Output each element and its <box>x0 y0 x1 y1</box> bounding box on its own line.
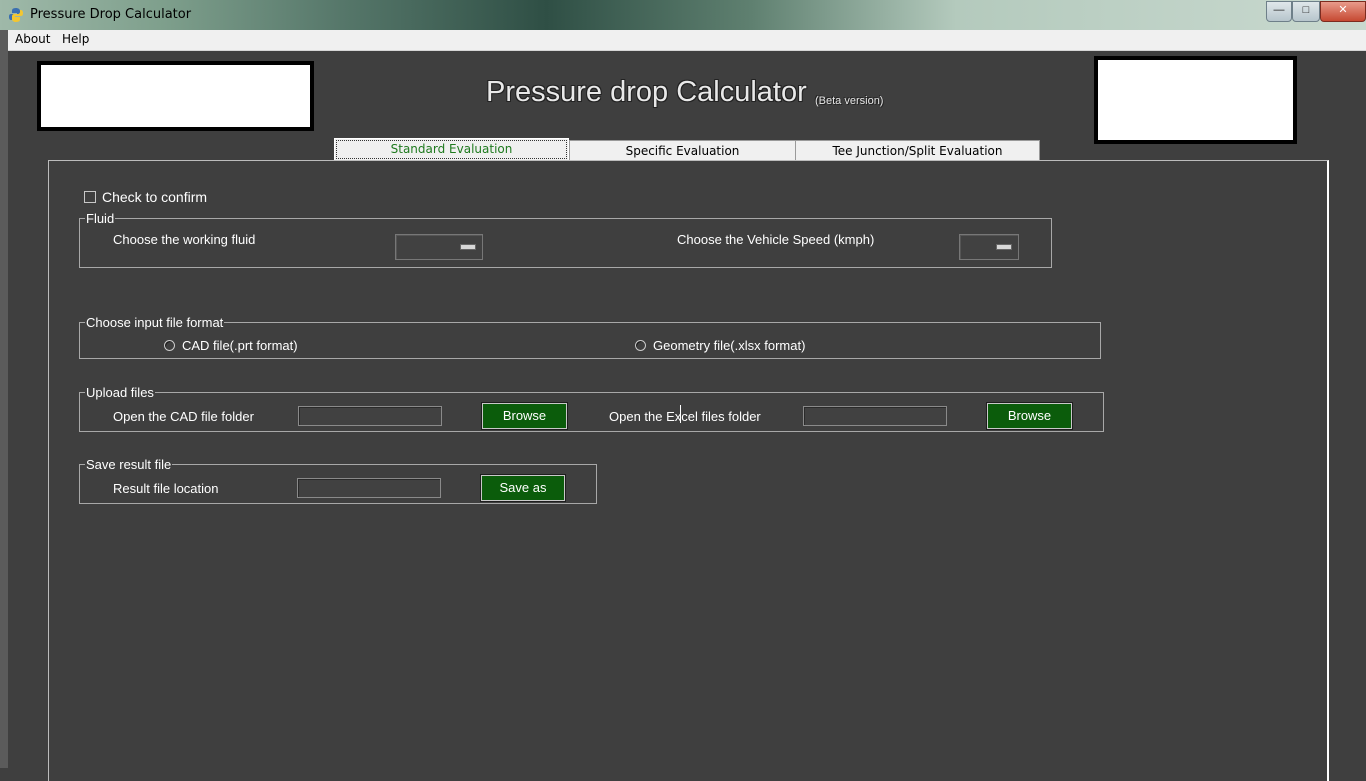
page-subtitle: (Beta version) <box>815 95 884 107</box>
fluid-group-label: Fluid <box>85 211 116 226</box>
confirm-checkbox[interactable] <box>84 191 96 203</box>
menu-bar: About Help <box>8 30 1366 51</box>
tab-specific-evaluation[interactable]: Specific Evaluation <box>569 140 796 162</box>
minimize-button[interactable]: — <box>1266 1 1292 22</box>
radio-cad-file-label: CAD file(.prt format) <box>182 338 298 353</box>
logo-right <box>1094 56 1297 144</box>
logo-left <box>37 61 314 131</box>
window-frame-left <box>0 30 8 768</box>
close-icon: ✕ <box>1338 4 1348 16</box>
confirm-label: Check to confirm <box>102 189 208 205</box>
excel-folder-input[interactable] <box>803 406 947 426</box>
excel-browse-button[interactable]: Browse <box>986 402 1073 430</box>
app-window: Pressure Drop Calculator — □ ✕ About Hel… <box>0 0 1366 781</box>
close-button[interactable]: ✕ <box>1320 1 1366 22</box>
working-fluid-select[interactable] <box>395 234 483 260</box>
result-location-input[interactable] <box>297 478 441 498</box>
radio-cad-file[interactable] <box>164 340 175 351</box>
maximize-icon: □ <box>1302 4 1310 16</box>
excel-folder-label: Open the Excel files folder <box>609 409 761 424</box>
window-title: Pressure Drop Calculator <box>30 7 192 22</box>
save-result-group-label: Save result file <box>85 457 173 472</box>
page-title: Pressure drop Calculator <box>486 76 807 108</box>
minimize-icon: — <box>1273 4 1285 16</box>
menu-about[interactable]: About <box>15 32 50 46</box>
vehicle-speed-label: Choose the Vehicle Speed (kmph) <box>677 232 875 247</box>
maximize-button[interactable]: □ <box>1292 1 1320 22</box>
text-cursor-icon <box>680 405 681 423</box>
radio-geometry-file-label: Geometry file(.xlsx format) <box>653 338 806 353</box>
python-app-icon <box>9 8 23 22</box>
vehicle-speed-select[interactable] <box>959 234 1019 260</box>
working-fluid-label: Choose the working fluid <box>113 232 256 247</box>
cad-folder-input[interactable] <box>298 406 442 426</box>
title-bar[interactable]: Pressure Drop Calculator — □ ✕ <box>0 0 1366 30</box>
menu-help[interactable]: Help <box>62 32 89 46</box>
tab-tee-junction-evaluation[interactable]: Tee Junction/Split Evaluation <box>795 140 1040 162</box>
cad-browse-button[interactable]: Browse <box>481 402 568 430</box>
tab-standard-evaluation[interactable]: Standard Evaluation <box>334 138 569 161</box>
cad-folder-label: Open the CAD file folder <box>113 409 254 424</box>
save-as-button[interactable]: Save as <box>480 474 566 502</box>
radio-geometry-file[interactable] <box>635 340 646 351</box>
input-format-group-label: Choose input file format <box>85 315 225 330</box>
dropdown-icon <box>996 244 1012 250</box>
result-location-label: Result file location <box>113 481 219 496</box>
upload-files-group-label: Upload files <box>85 385 155 400</box>
dropdown-icon <box>460 244 476 250</box>
